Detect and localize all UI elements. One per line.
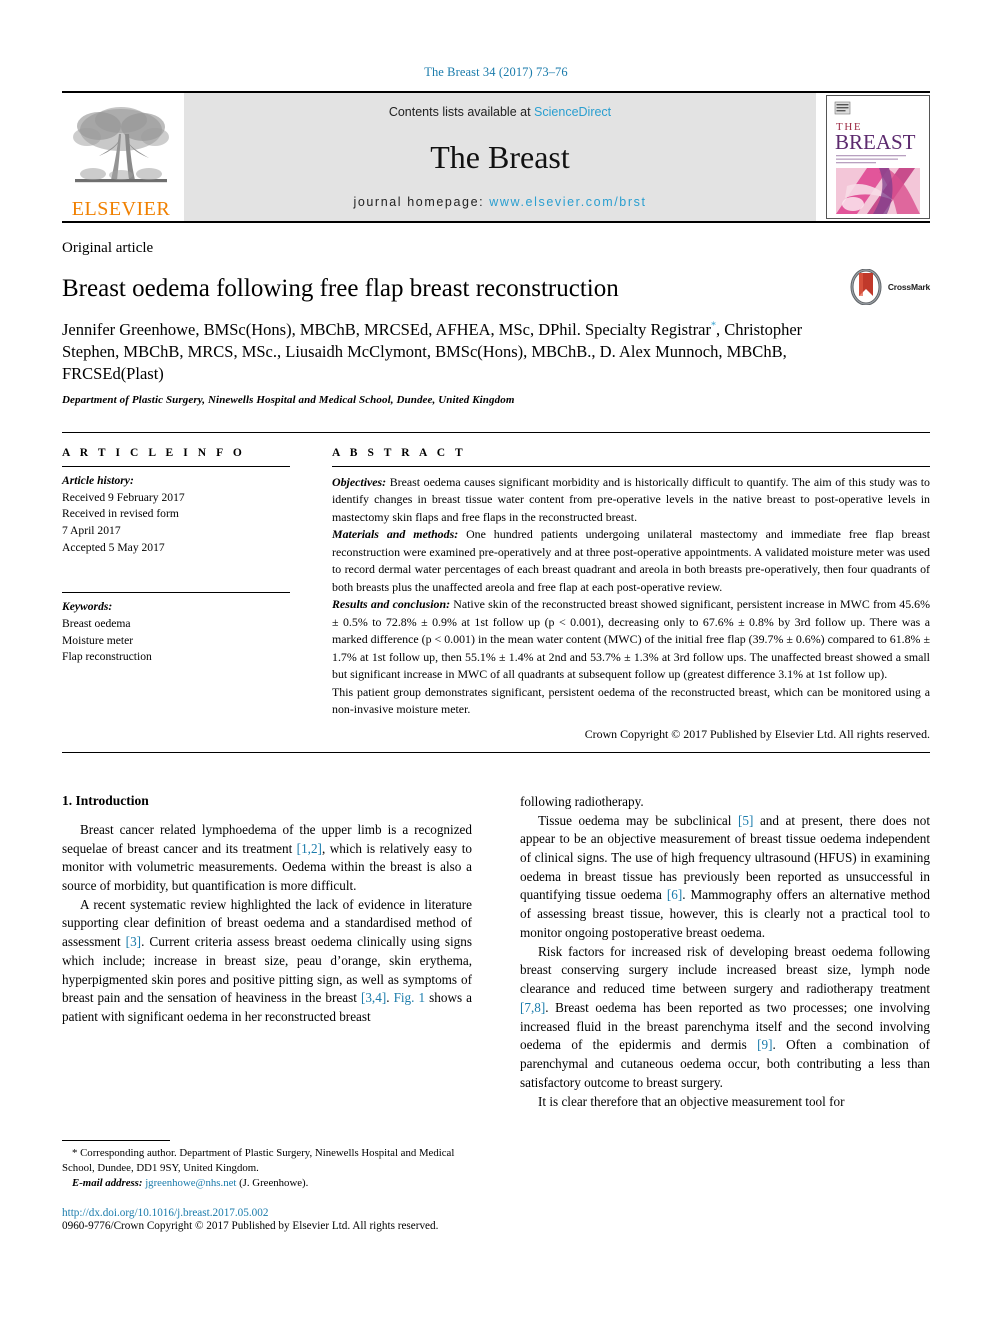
article-type: Original article: [62, 240, 154, 256]
body-paragraph: Tissue oedema may be subclinical [5] and…: [520, 812, 930, 940]
email-link[interactable]: jgreenhowe@nhs.net: [145, 1177, 236, 1189]
journal-title: The Breast: [430, 139, 570, 175]
citation-link[interactable]: [3]: [126, 934, 141, 949]
info-abstract-block: A R T I C L E I N F O Article history: R…: [62, 431, 930, 742]
page-title: Breast oedema following free flap breast…: [62, 275, 619, 302]
left-paragraphs: Breast cancer related lymphoedema of the…: [62, 821, 472, 1027]
citation-link[interactable]: [3,4]: [361, 990, 386, 1005]
abstract-heading: A B S T R A C T: [332, 446, 467, 459]
journal-cover-thumbnail[interactable]: THE BREAST: [826, 95, 930, 219]
abstract-methods-label: Materials and methods:: [332, 527, 459, 542]
keywords-label: Keywords:: [62, 600, 113, 614]
citation-link[interactable]: Fig. 1: [394, 990, 426, 1005]
keyword-item: Flap reconstruction: [62, 650, 152, 664]
section-title-introduction: 1. Introduction: [62, 792, 149, 808]
abstract-results: Results and conclusion: Native skin of t…: [332, 596, 930, 684]
article-info-heading: A R T I C L E I N F O: [62, 446, 246, 459]
citation-link[interactable]: [6]: [667, 887, 682, 902]
affiliation: Department of Plastic Surgery, Ninewells…: [62, 393, 515, 406]
body-paragraph: Breast cancer related lymphoedema of the…: [62, 821, 472, 894]
corresponding-author-note: * Corresponding author. Department of Pl…: [62, 1146, 470, 1176]
abstract-body: Objectives: Breast oedema causes signifi…: [332, 467, 930, 719]
email-suffix: (J. Greenhowe).: [236, 1177, 309, 1190]
keyword-item: Breast oedema: [62, 616, 131, 630]
contents-prefix: Contents lists available at: [388, 105, 531, 119]
svg-text:BREAST: BREAST: [835, 130, 916, 154]
article-info-column: A R T I C L E I N F O Article history: R…: [62, 433, 310, 742]
homepage-line: journal homepage: www.elsevier.com/brst: [353, 195, 646, 209]
abstract-results-label: Results and conclusion:: [332, 597, 451, 612]
abstract-methods: Materials and methods: One hundred patie…: [332, 526, 930, 596]
article-history: Article history: Received 9 February 201…: [62, 467, 290, 556]
body-column-left: 1. Introduction Breast cancer related ly…: [62, 793, 472, 1111]
footnote-area: * Corresponding author. Department of Pl…: [62, 1140, 470, 1232]
crossmark-icon: [850, 269, 882, 305]
abstract-objectives: Objectives: Breast oedema causes signifi…: [332, 474, 930, 527]
running-head: The Breast 34 (2017) 73–76: [424, 65, 568, 79]
doi-block: http://dx.doi.org/10.1016/j.breast.2017.…: [62, 1207, 470, 1232]
email-label: E-mail address:: [72, 1177, 143, 1190]
body-paragraph: Risk factors for increased risk of devel…: [520, 943, 930, 1090]
abstract-copyright: Crown Copyright © 2017 Published by Else…: [584, 726, 930, 741]
elsevier-wordmark: ELSEVIER: [71, 198, 171, 220]
doi-link[interactable]: http://dx.doi.org/10.1016/j.breast.2017.…: [62, 1207, 470, 1219]
article-page: The Breast 34 (2017) 73–76 ELSEVIER Cont…: [0, 0, 992, 1323]
corresponding-text: Corresponding author. Department of Plas…: [62, 1147, 455, 1175]
author-names-primary: Jennifer Greenhowe, BMSc(Hons), MBChB, M…: [62, 320, 711, 339]
email-note: E-mail address: jgreenhowe@nhs.net (J. G…: [62, 1176, 470, 1191]
crossmark-badge[interactable]: CrossMark: [848, 269, 930, 305]
history-line: Received 9 February 2017: [62, 490, 185, 504]
article-history-label: Article history:: [62, 473, 134, 487]
journal-band: Contents lists available at ScienceDirec…: [184, 93, 816, 221]
abstract-column: A B S T R A C T Objectives: Breast oedem…: [310, 433, 930, 742]
abstract-objectives-text: Breast oedema causes significant morbidi…: [332, 474, 930, 524]
journal-masthead: ELSEVIER Contents lists available at Sci…: [62, 93, 930, 221]
body-paragraph: It is clear therefore that an objective …: [538, 1093, 845, 1109]
title-row: Breast oedema following free flap breast…: [62, 257, 930, 305]
author-list: Jennifer Greenhowe, BMSc(Hons), MBChB, M…: [62, 319, 862, 385]
citation-link[interactable]: [5]: [738, 813, 753, 828]
homepage-label: journal homepage:: [353, 195, 485, 209]
footnote-rule: [62, 1140, 170, 1141]
body-paragraph: A recent systematic review highlighted t…: [62, 896, 473, 1025]
sciencedirect-link[interactable]: ScienceDirect: [534, 105, 611, 119]
history-line: Received in revised form: [62, 507, 179, 521]
contents-line: Contents lists available at ScienceDirec…: [389, 105, 611, 119]
history-line: Accepted 5 May 2017: [62, 540, 165, 554]
keywords-block: Keywords: Breast oedema Moisture meter F…: [62, 593, 290, 666]
abstract-conclusion: This patient group demonstrates signific…: [332, 684, 930, 717]
history-line: 7 April 2017: [62, 523, 121, 537]
body-columns: 1. Introduction Breast cancer related ly…: [62, 793, 930, 1111]
body-column-right: following radiotherapy. Tissue oedema may…: [520, 793, 930, 1111]
keyword-item: Moisture meter: [62, 633, 134, 647]
elsevier-logo[interactable]: ELSEVIER: [62, 93, 180, 221]
cover-artwork: THE BREAST: [827, 96, 929, 218]
body-paragraph: following radiotherapy.: [520, 793, 644, 809]
citation-link[interactable]: [1,2]: [297, 841, 322, 856]
homepage-link[interactable]: www.elsevier.com/brst: [489, 195, 646, 209]
abstract-objectives-label: Objectives:: [332, 474, 387, 489]
citation-link[interactable]: [9]: [757, 1037, 772, 1052]
masthead-bottom-rule: [62, 221, 930, 223]
right-paragraphs: following radiotherapy. Tissue oedema may…: [520, 793, 930, 1111]
abstract-bottom-rule: [62, 751, 930, 753]
crossmark-label: CrossMark: [887, 282, 930, 292]
citation-link[interactable]: [7,8]: [520, 1000, 545, 1015]
elsevier-tree-icon: [73, 107, 169, 183]
issn-copyright-line: 0960-9776/Crown Copyright © 2017 Publish…: [62, 1220, 439, 1233]
